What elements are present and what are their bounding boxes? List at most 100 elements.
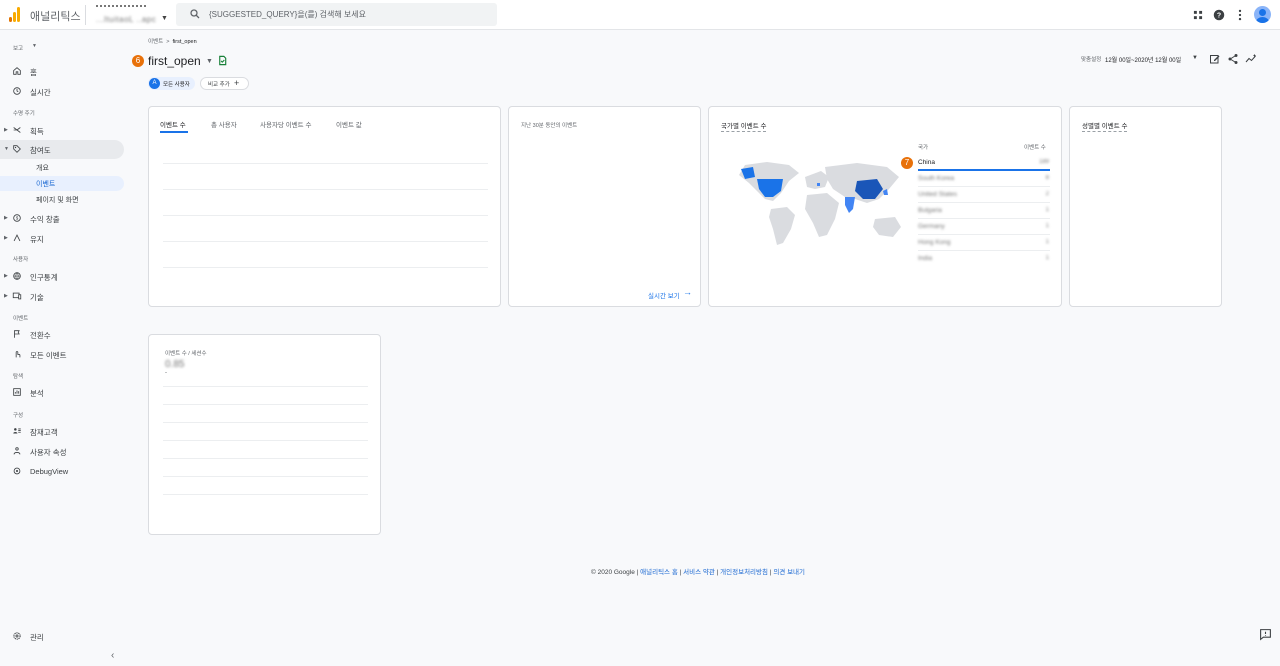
devices-icon [12, 292, 22, 300]
country-value: 2 [1045, 191, 1049, 197]
gridline [163, 215, 488, 216]
feedback-icon[interactable] [1259, 628, 1272, 641]
avatar[interactable] [1254, 6, 1271, 23]
sidebar-item-monetization[interactable]: ▶ $ 수익 창출 [0, 209, 124, 228]
step-badge-6: 6 [132, 55, 144, 67]
sidebar-item-label: 기술 [30, 293, 44, 302]
gridline [163, 404, 368, 405]
insights-icon[interactable] [1245, 53, 1257, 65]
date-range-label: 맞춤설정 [1081, 57, 1102, 63]
sidebar-item-label: 모든 이벤트 [30, 351, 67, 360]
country-name: Bulgaria [918, 207, 942, 214]
account-selector[interactable]: ...ltuitaoL ..apc ▼ [96, 3, 168, 27]
sidebar-item-all-events[interactable]: 모든 이벤트 [0, 345, 124, 364]
footer-link-feedback[interactable]: 의견 보내기 [773, 569, 805, 576]
sidebar-item-label: 인구통계 [30, 273, 58, 282]
share-icon[interactable] [1227, 53, 1239, 65]
chevron-down-icon[interactable]: ▼ [206, 58, 213, 65]
more-vert-icon[interactable] [1233, 8, 1247, 22]
chevron-down-icon[interactable]: ▼ [1192, 55, 1198, 61]
sidebar-item-overview[interactable]: 개요 [0, 160, 124, 175]
world-map[interactable] [727, 159, 913, 259]
country-name: United States [918, 191, 958, 198]
country-value: 1 [1045, 207, 1049, 213]
table-row[interactable]: China 189 [918, 155, 1050, 171]
sidebar-item-demographics[interactable]: ▶ 인구통계 [0, 267, 124, 286]
segment-chip-all-users[interactable]: A 모든 사용자 [148, 77, 195, 90]
sidebar-item-home[interactable]: 홈 [0, 62, 124, 81]
col-header-country: 국가 [918, 145, 929, 151]
sidebar-item-pages-screens[interactable]: 페이지 및 화면 [0, 192, 124, 207]
chevron-down-icon: ▼ [161, 15, 168, 22]
tab-event-value[interactable]: 이벤트 값 [336, 119, 362, 129]
account-property: ...ltuitaoL ..apc [96, 15, 157, 24]
sidebar-item-analysis[interactable]: 분석 [0, 383, 124, 402]
footer-copyright: © 2020 Google | [591, 569, 641, 576]
events-per-session-card: 이벤트 수 / 세션수 0.85 - [148, 334, 381, 535]
breadcrumb-current: first_open [172, 39, 197, 45]
touch-icon [15, 351, 21, 358]
gridline [163, 386, 368, 387]
segment-label: 모든 사용자 [163, 82, 190, 88]
map-germany [817, 183, 820, 186]
table-row[interactable]: United States 2 [918, 187, 1050, 203]
analytics-logo-icon[interactable] [9, 7, 21, 22]
sidebar-item-engagement[interactable]: ▼ 참여도 [0, 140, 124, 159]
brand-name: 애널리틱스 [30, 11, 81, 23]
apps-grid-icon[interactable] [1191, 8, 1205, 22]
sidebar: 보고 ▼ 홈 실시간 수명 주기 ▶ 획득 ▼ 참여도 개요 이벤트 페이지 및… [0, 31, 130, 666]
chevron-down-icon: ▼ [4, 146, 9, 152]
footer-link-privacy[interactable]: 개인정보처리방침 [720, 569, 768, 576]
tab-events-per-user[interactable]: 사용자당 이벤트 수 [260, 119, 311, 129]
table-row[interactable]: India 1 [918, 251, 1050, 267]
sidebar-item-label: 유지 [30, 235, 44, 244]
sidebar-item-realtime[interactable]: 실시간 [0, 82, 124, 101]
map-africa [805, 193, 839, 237]
customize-report-icon[interactable] [1209, 53, 1221, 65]
sidebar-item-events[interactable]: 이벤트 [0, 176, 124, 191]
svg-text:?: ? [1217, 12, 1221, 19]
search-bar[interactable]: {SUGGESTED_QUERY}을(를) 검색해 보세요 [176, 3, 497, 26]
sidebar-item-retention[interactable]: ▶ 유지 [0, 229, 124, 248]
sidebar-item-tech[interactable]: ▶ 기술 [0, 287, 124, 306]
sidebar-item-debugview[interactable]: DebugView [0, 462, 124, 481]
section-header-explore: 탐색 [13, 374, 24, 380]
breadcrumb: 이벤트 > first_open [148, 37, 197, 45]
sidebar-item-conversions[interactable]: 전환수 [0, 325, 124, 344]
country-card: 국가별 이벤트 수 국가 이벤트 수 7 China 189 South Kor… [708, 106, 1062, 307]
date-range-selector[interactable]: 12월 00일~2020년 12월 00일 [1105, 55, 1181, 64]
country-name: Germany [918, 223, 945, 230]
help-icon[interactable]: ? [1212, 8, 1226, 22]
table-row[interactable]: Bulgaria 1 [918, 203, 1050, 219]
sidebar-item-admin[interactable]: 관리 [0, 627, 124, 646]
step-badge-7: 7 [901, 157, 913, 169]
collapse-sidebar-icon[interactable]: ‹ [111, 650, 114, 661]
tab-event-count[interactable]: 이벤트 수 [160, 119, 186, 129]
gridline [163, 440, 368, 441]
gridline [163, 189, 488, 190]
globe-icon [13, 272, 21, 280]
sidebar-item-acquisition[interactable]: ▶ 획득 [0, 121, 124, 140]
report-status-icon[interactable] [217, 55, 228, 66]
search-input[interactable]: {SUGGESTED_QUERY}을(를) 검색해 보세요 [209, 9, 366, 20]
add-comparison-button[interactable]: 비교 추가 + [200, 77, 249, 90]
table-row[interactable]: South Korea 8 [918, 171, 1050, 187]
table-row[interactable]: Hong Kong 1 [918, 235, 1050, 251]
sidebar-item-audiences[interactable]: 잠재고객 [0, 422, 124, 441]
gridline [163, 422, 368, 423]
footer-link-home[interactable]: 애널리틱스 홈 [640, 569, 678, 576]
chevron-down-icon[interactable]: ▼ [32, 43, 37, 49]
view-realtime-link[interactable]: 실시간 보기 [648, 290, 680, 300]
events-chart-card: 이벤트 수 총 사용자 사용자당 이벤트 수 이벤트 값 [148, 106, 501, 307]
report-label[interactable]: 보고 [13, 44, 23, 52]
breadcrumb-parent[interactable]: 이벤트 [148, 39, 163, 45]
sidebar-item-label: DebugView [30, 467, 69, 476]
country-value: 1 [1045, 223, 1049, 229]
table-row[interactable]: Germany 1 [918, 219, 1050, 235]
arrow-right-icon[interactable]: → [683, 287, 692, 297]
footer-link-terms[interactable]: 서비스 약관 [683, 569, 715, 576]
gender-card: 성별별 이벤트 수 [1069, 106, 1222, 307]
sidebar-item-user-properties[interactable]: 사용자 속성 [0, 442, 124, 461]
tab-total-users[interactable]: 총 사용자 [211, 119, 237, 129]
clock-icon [13, 87, 21, 95]
